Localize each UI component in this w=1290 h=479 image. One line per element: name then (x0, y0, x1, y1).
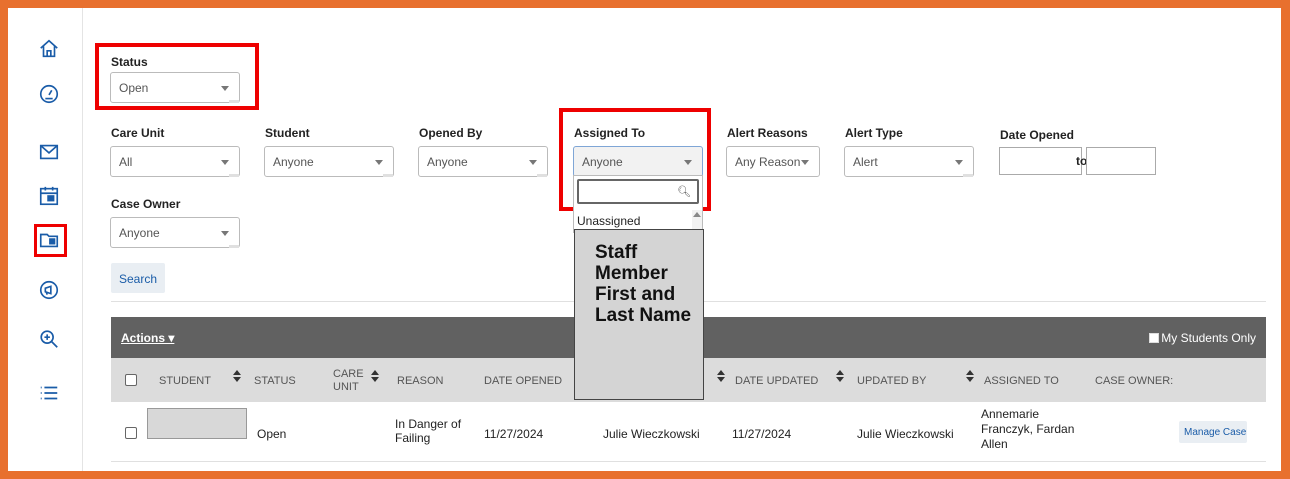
case-owner-select[interactable]: Anyone (110, 217, 240, 248)
chevron-down-icon (221, 160, 229, 165)
my-students-only-toggle[interactable]: My Students Only (1149, 331, 1256, 345)
assigned-to-search-input[interactable]: 🔍︎ (577, 179, 699, 204)
my-students-checkbox[interactable] (1149, 333, 1160, 343)
case-owner-select-value: Anyone (119, 226, 160, 240)
row-opened-by: Julie Wieczkowski (603, 427, 700, 441)
opened-by-label: Opened By (419, 126, 483, 140)
chevron-down-icon (221, 86, 229, 91)
row-reason: In Danger of Failing (395, 417, 462, 445)
home-icon[interactable] (37, 37, 61, 61)
status-label: Status (111, 55, 148, 69)
chevron-down-icon (684, 160, 692, 165)
row-date-opened: 11/27/2024 (484, 427, 544, 441)
chevron-down-icon (955, 160, 963, 165)
dropdown-option-unassigned[interactable]: Unassigned (577, 214, 640, 228)
list-icon[interactable] (37, 381, 61, 405)
column-date-opened[interactable]: DATE OPENED (484, 375, 562, 387)
opened-by-select[interactable]: Anyone (418, 146, 548, 177)
sort-icon[interactable] (966, 370, 974, 382)
manage-case-button[interactable]: Manage Case (1179, 421, 1247, 443)
chevron-down-icon (529, 160, 537, 165)
annotation-callout: Staff Member First and Last Name (574, 229, 704, 400)
student-select[interactable]: Anyone (264, 146, 394, 177)
sort-icon[interactable] (371, 370, 379, 382)
chevron-down-icon (801, 160, 809, 165)
assigned-to-dropdown: 🔍︎ Unassigned (573, 175, 703, 233)
status-select[interactable]: Open (110, 72, 240, 103)
row-checkbox[interactable] (125, 427, 137, 439)
assigned-to-select[interactable]: Anyone (573, 146, 703, 177)
case-owner-label: Case Owner (111, 197, 181, 211)
sort-icon[interactable] (717, 370, 725, 382)
column-student[interactable]: STUDENT (159, 375, 211, 387)
column-care-unit[interactable]: CARE UNIT (333, 368, 364, 394)
row-updated-by: Julie Wieczkowski (857, 427, 954, 441)
student-label: Student (265, 126, 310, 140)
opened-by-select-value: Anyone (427, 155, 468, 169)
chevron-up-icon (693, 212, 701, 217)
status-select-value: Open (119, 81, 149, 95)
select-all-checkbox[interactable] (125, 374, 137, 386)
search-icon: 🔍︎ (677, 186, 691, 198)
column-updated-by[interactable]: UPDATED BY (857, 375, 926, 387)
dashboard-gauge-icon[interactable] (37, 82, 61, 106)
table-row: Open In Danger of Failing 11/27/2024 Jul… (111, 402, 1266, 462)
student-name-redacted (147, 408, 247, 439)
alert-reasons-label: Alert Reasons (727, 126, 808, 140)
date-opened-from-input[interactable] (999, 147, 1082, 175)
alert-type-label: Alert Type (845, 126, 903, 140)
column-status[interactable]: STATUS (254, 375, 296, 387)
case-folder-icon[interactable] (37, 228, 61, 252)
row-date-updated: 11/27/2024 (732, 427, 792, 441)
chevron-down-icon (375, 160, 383, 165)
date-opened-to-input[interactable] (1086, 147, 1156, 175)
care-unit-select[interactable]: All (110, 146, 240, 177)
row-status: Open (257, 427, 287, 441)
column-date-updated[interactable]: DATE UPDATED (735, 375, 818, 387)
date-opened-label: Date Opened (1000, 128, 1075, 142)
sort-icon[interactable] (836, 370, 844, 382)
my-students-label: My Students Only (1161, 331, 1256, 345)
search-button[interactable]: Search (111, 263, 165, 293)
alert-reasons-select-value: Any Reason (735, 155, 801, 169)
column-reason[interactable]: REASON (397, 375, 443, 387)
alert-type-select[interactable]: Alert (844, 146, 974, 177)
alert-type-select-value: Alert (853, 155, 878, 169)
column-case-owner[interactable]: CASE OWNER: (1095, 375, 1173, 387)
chevron-down-icon (221, 231, 229, 236)
column-assigned-to[interactable]: ASSIGNED TO (984, 375, 1059, 387)
mail-icon[interactable] (37, 140, 61, 164)
row-assigned-to: Annemarie Franczyk, Fardan Allen (981, 407, 1075, 451)
app-frame: Status Open Care Unit Student Opened By … (8, 8, 1281, 471)
zoom-in-icon[interactable] (37, 327, 61, 351)
care-unit-label: Care Unit (111, 126, 165, 140)
actions-menu[interactable]: Actions ▾ (121, 331, 174, 345)
calendar-icon[interactable] (37, 184, 61, 208)
sort-icon[interactable] (233, 370, 241, 382)
megaphone-icon[interactable] (37, 278, 61, 302)
assigned-to-select-value: Anyone (582, 155, 623, 169)
sidebar (8, 8, 83, 471)
care-unit-select-value: All (119, 155, 133, 169)
alert-reasons-select[interactable]: Any Reason (726, 146, 820, 177)
student-select-value: Anyone (273, 155, 314, 169)
